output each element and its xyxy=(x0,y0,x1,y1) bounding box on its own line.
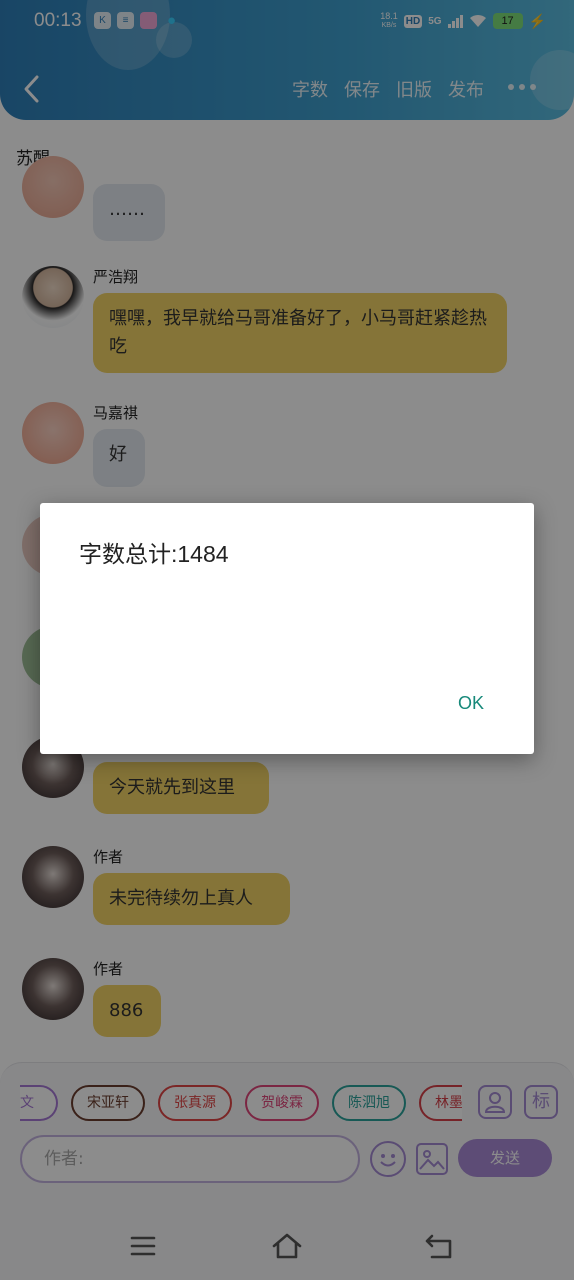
ok-button[interactable]: OK xyxy=(458,693,484,714)
word-count-dialog: 字数总计:1484 OK xyxy=(40,503,534,754)
dialog-message: 字数总计:1484 xyxy=(79,541,229,567)
